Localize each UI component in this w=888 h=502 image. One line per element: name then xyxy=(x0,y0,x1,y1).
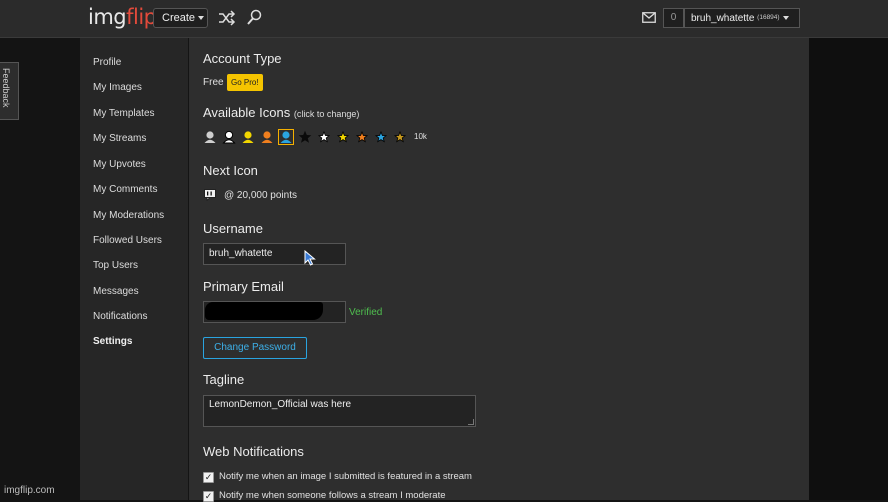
sidebar-item-messages[interactable]: Messages xyxy=(93,286,139,297)
username-input[interactable]: bruh_whatette xyxy=(203,243,346,265)
username-label: bruh_whatette xyxy=(691,13,755,24)
search-icon[interactable] xyxy=(246,9,262,27)
account-type-value: Free xyxy=(203,77,224,88)
tagline-value: LemonDemon_Official was here xyxy=(209,399,352,410)
sidebar-item-profile[interactable]: Profile xyxy=(93,57,121,68)
star-orange-icon[interactable] xyxy=(355,130,369,144)
right-margin xyxy=(809,38,888,500)
sidebar-item-my-moderations[interactable]: My Moderations xyxy=(93,210,164,221)
mouse-cursor-icon xyxy=(304,250,316,266)
tagline-textarea[interactable]: LemonDemon_Official was here xyxy=(203,395,476,427)
sidebar-item-settings[interactable]: Settings xyxy=(93,336,132,347)
primary-email-heading: Primary Email xyxy=(203,279,284,294)
create-button-label: Create xyxy=(162,12,196,24)
user-menu-button[interactable]: bruh_whatette (16894) xyxy=(684,8,800,28)
user-points: (16894) xyxy=(757,14,780,21)
notify-follow-label: Notify me when someone follows a stream … xyxy=(219,490,446,501)
email-redaction xyxy=(205,302,323,320)
notification-count[interactable]: 0 xyxy=(663,8,684,28)
create-button[interactable]: Create xyxy=(153,8,208,28)
star-gold-icon[interactable] xyxy=(393,130,407,144)
resize-handle-icon[interactable] xyxy=(468,419,474,425)
chevron-down-icon xyxy=(782,16,789,20)
imgflip-watermark: imgflip.com xyxy=(4,485,55,496)
username-heading: Username xyxy=(203,221,263,236)
sidebar-item-my-images[interactable]: My Images xyxy=(93,82,142,93)
next-icon-heading: Next Icon xyxy=(203,163,258,178)
email-verified-status: Verified xyxy=(349,307,383,318)
user-yellow-icon[interactable] xyxy=(241,130,255,144)
notify-featured-checkbox[interactable]: ✓ xyxy=(203,472,214,483)
sidebar-item-followed-users[interactable]: Followed Users xyxy=(93,235,162,246)
mail-icon[interactable] xyxy=(642,12,656,23)
sidebar-item-notifications[interactable]: Notifications xyxy=(93,311,147,322)
available-icons-title: Available Icons xyxy=(203,105,291,120)
account-type-heading: Account Type xyxy=(203,51,282,66)
change-password-button[interactable]: Change Password xyxy=(203,337,307,359)
settings-panel: Account Type Free Go Pro! Available Icon… xyxy=(189,38,809,502)
sidebar-item-top-users[interactable]: Top Users xyxy=(93,260,138,271)
user-gray-icon[interactable] xyxy=(203,130,217,144)
top-navbar: imgflip Create 0 bruh_whatette (16894) xyxy=(0,0,888,38)
available-icons-hint: (click to change) xyxy=(293,109,360,119)
sidebar-item-my-upvotes[interactable]: My Upvotes xyxy=(93,159,146,170)
user-white-icon[interactable] xyxy=(222,130,236,144)
logo-text-img: img xyxy=(88,5,127,29)
notify-featured-label: Notify me when an image I submitted is f… xyxy=(219,471,472,482)
shuffle-icon[interactable] xyxy=(218,10,236,26)
sidebar-item-my-comments[interactable]: My Comments xyxy=(93,184,157,195)
star-yellow-icon[interactable] xyxy=(336,130,350,144)
chevron-down-icon xyxy=(198,16,205,20)
feedback-tab[interactable]: Feedback xyxy=(0,62,19,120)
available-icons-heading: Available Icons (click to change) xyxy=(203,105,359,120)
tagline-heading: Tagline xyxy=(203,372,245,387)
sidebar-item-my-streams[interactable]: My Streams xyxy=(93,133,146,144)
next-icon-badge-icon xyxy=(204,189,216,201)
star-black-icon[interactable] xyxy=(298,130,312,144)
imgflip-logo[interactable]: imgflip xyxy=(88,5,157,29)
star-white-icon[interactable] xyxy=(317,130,331,144)
feedback-label: Feedback xyxy=(1,68,11,108)
sidebar: Profile My Images My Templates My Stream… xyxy=(80,38,188,500)
logo-text-flip: flip xyxy=(126,5,157,29)
user-blue-icon-selected[interactable] xyxy=(278,129,294,145)
icons-10k-label: 10k xyxy=(414,132,427,141)
sidebar-item-my-templates[interactable]: My Templates xyxy=(93,108,155,119)
notify-follow-checkbox[interactable]: ✓ xyxy=(203,491,214,502)
user-orange-icon[interactable] xyxy=(260,130,274,144)
go-pro-button[interactable]: Go Pro! xyxy=(227,74,263,91)
next-icon-points: @ 20,000 points xyxy=(224,190,297,201)
web-notifications-heading: Web Notifications xyxy=(203,444,304,459)
star-blue-icon[interactable] xyxy=(374,130,388,144)
